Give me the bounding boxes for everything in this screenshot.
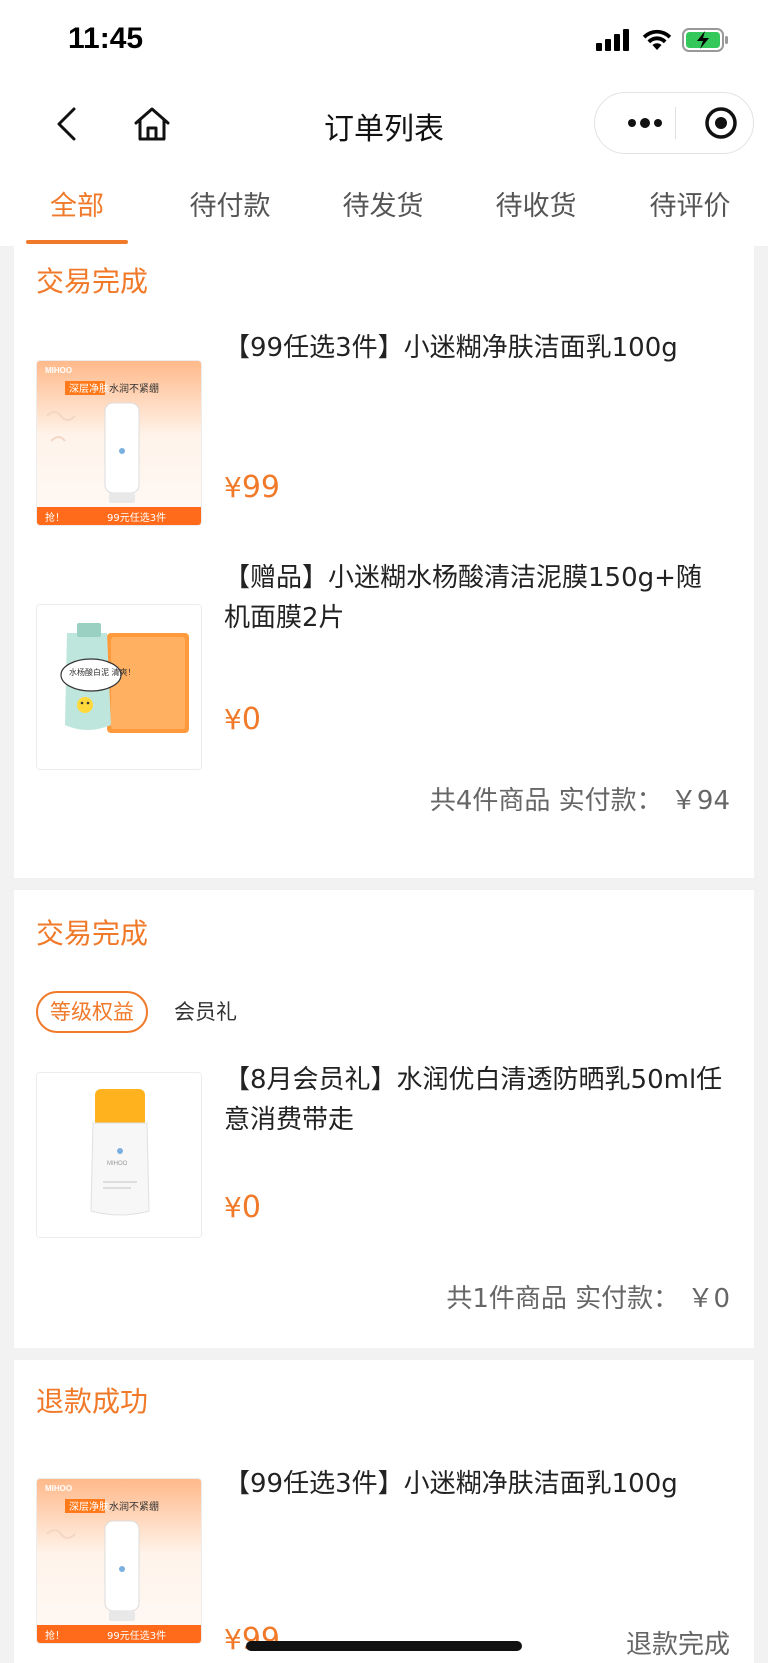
paid-amount: ￥0 [687,1284,730,1314]
paid-amount: ￥94 [670,786,730,816]
svg-text:MIHOO: MIHOO [107,1161,128,1167]
more-dots-icon [628,118,662,128]
close-program-button[interactable] [691,93,751,153]
tab-all[interactable]: 全部 [7,184,147,223]
order-status: 退款成功 [36,1385,149,1418]
svg-text:水润不紧绷: 水润不紧绷 [109,382,159,395]
product-title[interactable]: 【99任选3件】小迷糊净肤洁面乳100g [224,328,724,368]
home-indicator [246,1641,522,1651]
product-title[interactable]: 【赠品】小迷糊水杨酸清洁泥膜150g+随机面膜2片 [224,558,724,638]
target-circle-icon [705,107,737,139]
order-summary: 共1件商品 实付款： ￥0 [446,1278,730,1315]
svg-text:深层净肤: 深层净肤 [69,382,109,395]
product-image[interactable]: MIHOO [36,1072,202,1238]
brand-logo-text: MIHOO [45,1484,72,1493]
status-bar: 11:45 [0,0,768,84]
order-tabs: 全部 待付款 待发货 待收货 待评价 [0,164,768,246]
tab-pending-receipt[interactable]: 待收货 [466,184,606,223]
brand-logo-text: MIHOO [45,366,72,375]
member-benefit-badge: 等级权益 [36,991,148,1033]
product-image[interactable]: MIHOO 深层净肤 水润不紧绷 抢！ 99元任选3件 [36,1478,202,1644]
order-status: 交易完成 [36,265,149,298]
svg-text:水杨酸白泥 清爽！: 水杨酸白泥 清爽！ [69,667,136,677]
capsule-divider [675,107,676,139]
svg-text:抢！: 抢！ [45,1629,65,1642]
product-title[interactable]: 【8月会员礼】水润优白清透防晒乳50ml任意消费带走 [224,1060,724,1140]
svg-text:深层净肤: 深层净肤 [69,1500,109,1513]
product-price: ¥0 [224,702,261,737]
battery-charging-icon [682,28,728,52]
item-count: 共4件商品 [429,786,551,816]
order-summary: 共4件商品 实付款： ￥94 [430,780,730,817]
tab-pending-review[interactable]: 待评价 [620,184,760,223]
cellular-signal-icon [596,29,629,51]
svg-text:99元任选3件: 99元任选3件 [107,511,166,524]
svg-text:水润不紧绷: 水润不紧绷 [109,1500,159,1513]
refund-status: 退款完成 [625,1630,730,1660]
paid-label: 实付款： [558,786,663,816]
item-count: 共1件商品 [446,1284,567,1314]
product-image[interactable]: 水杨酸白泥 清爽！ [36,604,202,770]
status-time: 11:45 [68,22,144,55]
tab-pending-payment[interactable]: 待付款 [160,184,300,223]
member-gift-label: 会员礼 [174,1000,237,1024]
paid-label: 实付款： [575,1284,680,1314]
more-button[interactable] [615,93,675,153]
order-status: 交易完成 [36,917,149,950]
order-card[interactable]: 交易完成 等级权益 会员礼 MIHOO 【8月会员礼】水润优白清透防晒乳50ml… [14,890,754,1348]
product-price: ¥99 [224,1622,281,1657]
svg-text:抢！: 抢！ [45,511,65,524]
active-tab-indicator [26,240,128,244]
product-title[interactable]: 【99任选3件】小迷糊净肤洁面乳100g [224,1464,724,1504]
product-image[interactable]: MIHOO 深层净肤 水润不紧绷 抢！ 99元任选3件 [36,360,202,526]
tab-pending-shipment[interactable]: 待发货 [313,184,453,223]
svg-text:99元任选3件: 99元任选3件 [107,1629,166,1642]
order-card[interactable]: 交易完成 MIHOO 深层净肤 水润不紧绷 抢！ 99元任选3件 【99任选3件… [14,246,754,878]
nav-bar: 订单列表 [0,84,768,164]
mini-program-capsule [594,92,754,154]
product-price: ¥99 [224,470,281,505]
product-price: ¥0 [224,1190,261,1225]
wifi-icon [642,29,672,50]
order-card[interactable]: 退款成功 MIHOO 深层净肤 水润不紧绷 抢！ 99元任选3件 【99任选3件… [14,1360,754,1663]
